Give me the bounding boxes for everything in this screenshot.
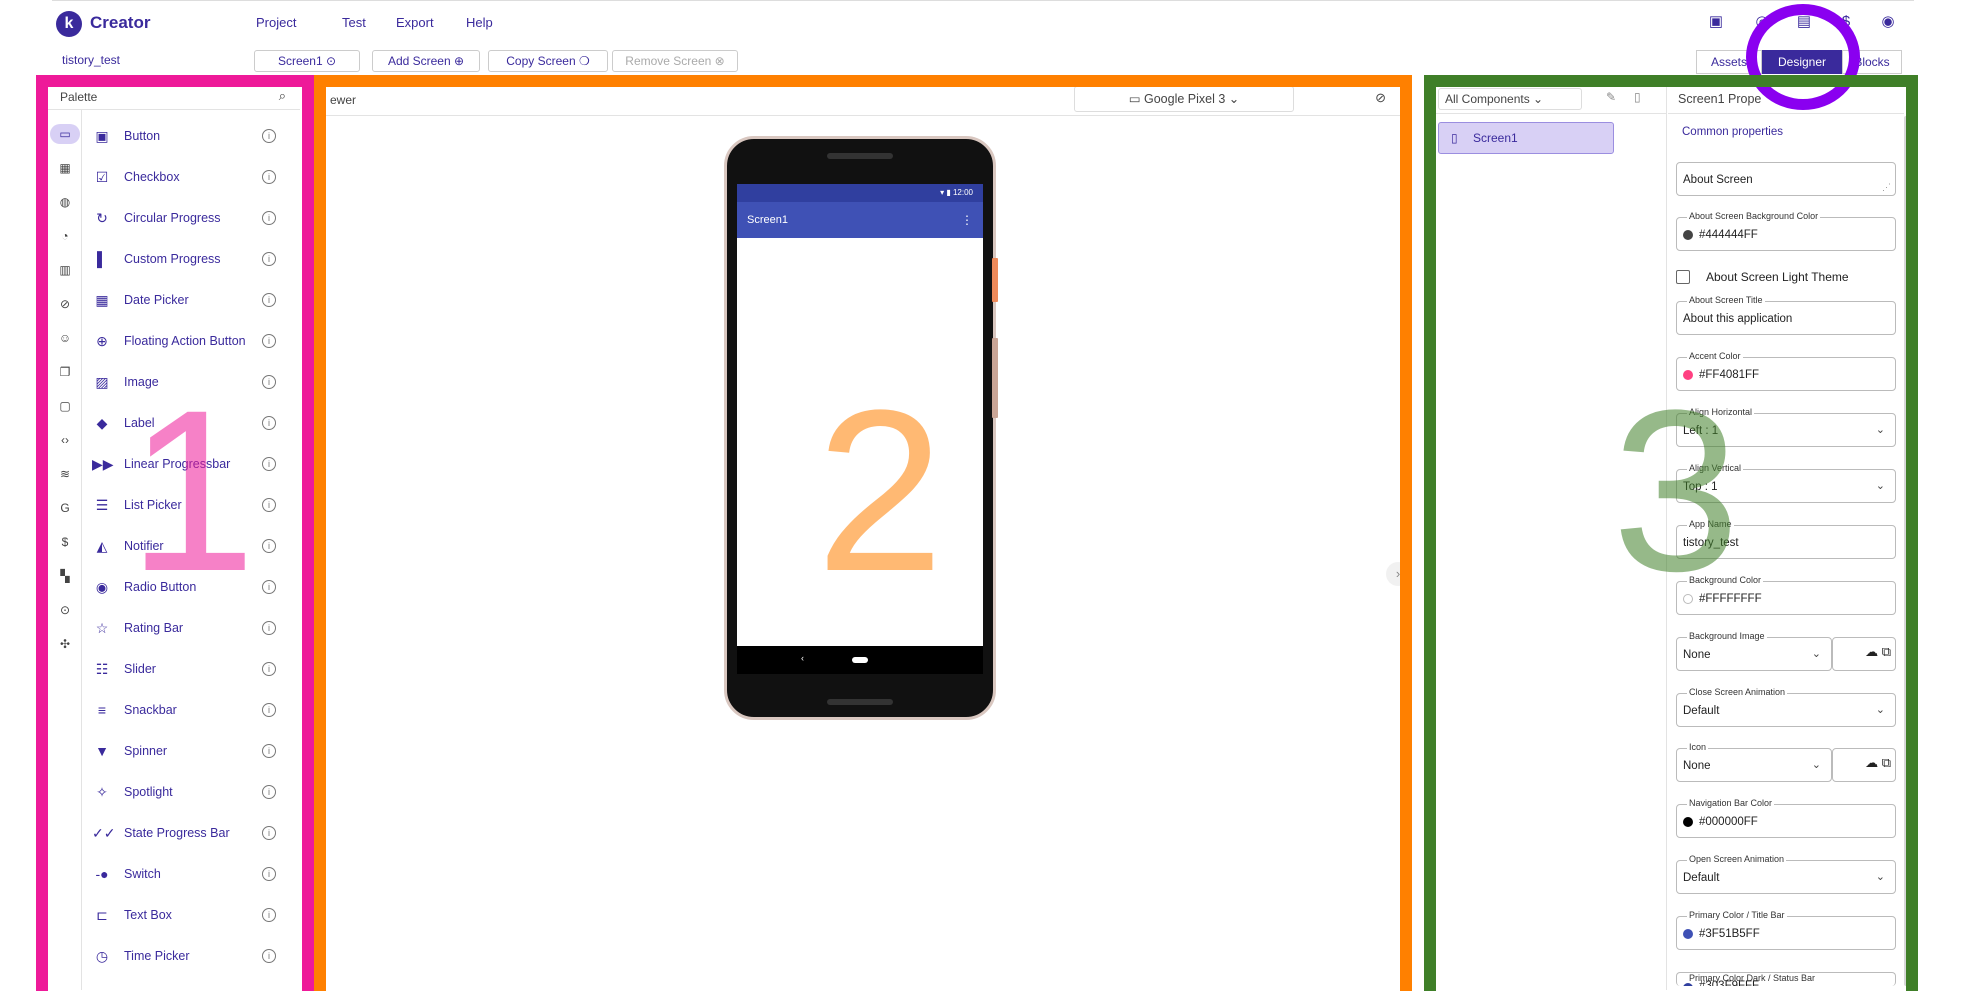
add-screen-button[interactable]: Add Screen ⊕ bbox=[372, 50, 480, 72]
remove-screen-label: Remove Screen bbox=[625, 54, 712, 68]
menu-export[interactable]: Export bbox=[396, 15, 434, 30]
account-icon[interactable]: ◉ bbox=[1878, 12, 1898, 32]
screen-select-label: Screen1 bbox=[277, 54, 323, 68]
copy-screen-button[interactable]: Copy Screen ❍ bbox=[488, 50, 608, 72]
app-logo[interactable]: k bbox=[56, 11, 82, 37]
remove-screen-button[interactable]: Remove Screen ⊗ bbox=[612, 50, 738, 72]
menu-test[interactable]: Test bbox=[342, 15, 366, 30]
annotation-number-1: 1 bbox=[128, 362, 256, 619]
top-bar: k Creator Project Test Export Help ▣ ◎ ▤… bbox=[52, 0, 1914, 44]
app-name: Creator bbox=[90, 13, 151, 32]
project-name: tistory_test bbox=[62, 53, 121, 67]
menu-project[interactable]: Project bbox=[256, 15, 296, 30]
add-screen-label: Add Screen bbox=[387, 54, 451, 68]
annotation-number-2: 2 bbox=[816, 362, 944, 619]
annotation-number-3: 3 bbox=[1612, 362, 1740, 619]
screen-select-button[interactable]: Screen1 ⊙ bbox=[254, 50, 360, 72]
copy-screen-label: Copy Screen bbox=[506, 54, 576, 68]
menu-help[interactable]: Help bbox=[466, 15, 493, 30]
folder-icon[interactable]: ▣ bbox=[1706, 12, 1726, 32]
